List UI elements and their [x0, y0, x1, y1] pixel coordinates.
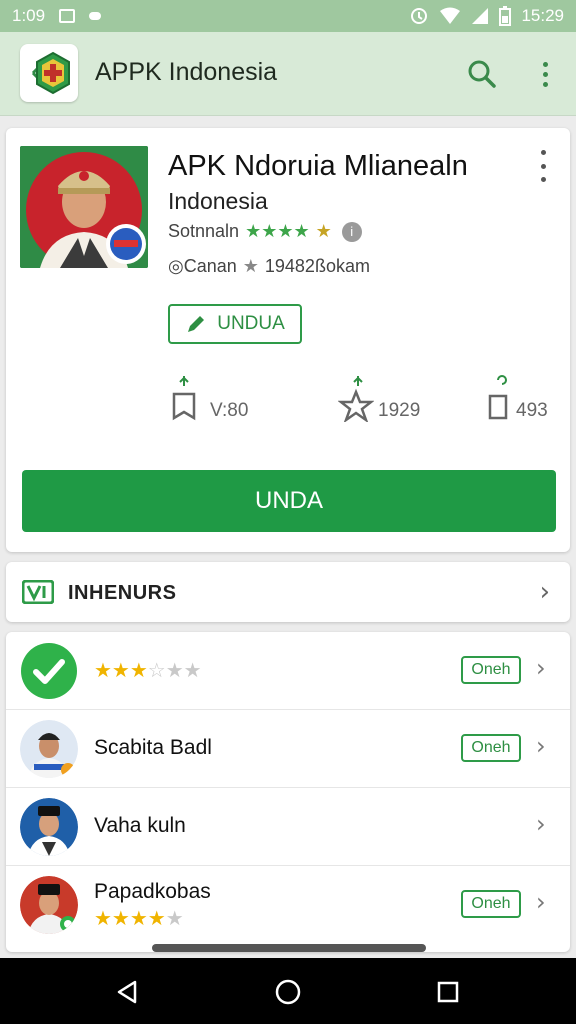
status-time-left: 1:09	[12, 6, 46, 25]
stars-off: ☆★★	[147, 660, 202, 682]
chevron-right-icon[interactable]: ›	[536, 732, 546, 760]
app-bar: APPK Indonesia	[0, 32, 576, 116]
search-icon[interactable]	[464, 56, 500, 92]
meta-prefix: ◎Canan	[168, 256, 237, 276]
section-icon	[22, 580, 54, 604]
outline-button-label: UNDUA	[217, 313, 285, 334]
list-item-badge[interactable]: Oneh	[461, 890, 521, 918]
list-item[interactable]: Scabita Badl Oneh ›	[6, 710, 570, 788]
list-item-title: Vaha kuln	[94, 814, 186, 837]
unduh-outline-button[interactable]: UNDUA	[168, 304, 302, 344]
stat-downloads: V:80	[170, 374, 248, 422]
person-avatar	[20, 876, 78, 934]
list-item-title: Papadkobas	[94, 880, 211, 903]
more-vert-icon[interactable]	[530, 54, 560, 94]
nav-home-icon[interactable]	[268, 972, 308, 1012]
back-icon[interactable]	[23, 47, 75, 99]
system-nav-bar	[0, 958, 576, 1024]
stat-value-1: V:80	[210, 400, 249, 421]
person-avatar	[20, 798, 78, 856]
list-item-stars: ★★★★★	[94, 906, 184, 931]
unduh-primary-button[interactable]: UNDA	[22, 470, 556, 532]
stat-size: 493	[484, 374, 548, 422]
chevron-right-icon[interactable]: ›	[536, 654, 546, 682]
rating-label: Sotnnaln	[168, 221, 240, 241]
app-name: APK Ndoruia Mlianealn	[168, 150, 468, 182]
list-item[interactable]: Vaha kuln ›	[6, 788, 570, 866]
list-card: ★★★☆★★ Oneh › Scabita Badl Oneh › Vaha k…	[6, 632, 570, 952]
stars-on: ★★★★	[94, 908, 166, 930]
status-time-right: 15:29	[521, 6, 564, 25]
star-outline-icon	[338, 376, 374, 422]
meta-row: ◎Canan ★ 19482ßokam	[168, 256, 370, 277]
file-icon	[488, 375, 508, 420]
star-small-icon: ★	[242, 256, 259, 276]
stars-off: ★	[165, 908, 184, 930]
nav-recents-icon[interactable]	[428, 972, 468, 1012]
alarm-icon	[411, 8, 428, 24]
stat-value-3: 493	[516, 400, 548, 421]
stat-rating: 1929	[338, 374, 420, 422]
chevron-right-icon[interactable]: ›	[536, 888, 546, 916]
app-logo[interactable]	[20, 44, 78, 102]
stat-value-2: 1929	[378, 400, 421, 421]
scroll-handle[interactable]	[152, 944, 426, 952]
card-more-icon[interactable]	[536, 150, 550, 182]
edit-icon	[188, 316, 205, 332]
signal-icon	[472, 8, 489, 24]
person-avatar	[20, 720, 78, 778]
app-subtitle: Indonesia	[168, 188, 268, 214]
search-button[interactable]	[464, 56, 500, 92]
list-item-badge[interactable]: Oneh	[461, 734, 521, 762]
app-detail-card: APK Ndoruia Mlianealn Indonesia Sotnnaln…	[6, 128, 570, 552]
bookmark-icon	[172, 376, 196, 421]
section-title: INHENURS	[68, 582, 177, 604]
rating-row: Sotnnaln ★★★★ ★ i	[168, 221, 362, 242]
nav-back-icon[interactable]	[108, 972, 148, 1012]
meta-value: 19482ßokam	[264, 256, 370, 276]
rating-stars: ★★★★	[245, 221, 310, 241]
status-bar: 1:09 15:29	[0, 0, 576, 32]
list-item[interactable]: ★★★☆★★ Oneh ›	[6, 632, 570, 710]
image-notification-icon	[59, 9, 76, 23]
battery-icon	[499, 6, 512, 26]
app-avatar-image	[20, 146, 148, 268]
list-item-stars: ★★★☆★★	[94, 658, 202, 683]
check-avatar	[20, 642, 78, 700]
wifi-icon	[440, 7, 461, 24]
message-notification-icon	[89, 12, 102, 20]
list-item[interactable]: Papadkobas ★★★★★ Oneh ›	[6, 866, 570, 944]
section-header-card[interactable]: INHENURS ›	[6, 562, 570, 622]
list-item-title: Scabita Badl	[94, 736, 212, 759]
info-icon[interactable]: i	[341, 221, 362, 242]
list-item-badge[interactable]: Oneh	[461, 656, 521, 684]
chevron-right-icon[interactable]: ›	[536, 810, 546, 838]
chevron-right-icon[interactable]: ›	[540, 577, 550, 607]
stars-on: ★★★	[94, 660, 148, 682]
app-title: APPK Indonesia	[95, 58, 278, 86]
check-circle-icon	[21, 643, 77, 699]
rating-star-half: ★	[315, 221, 332, 241]
